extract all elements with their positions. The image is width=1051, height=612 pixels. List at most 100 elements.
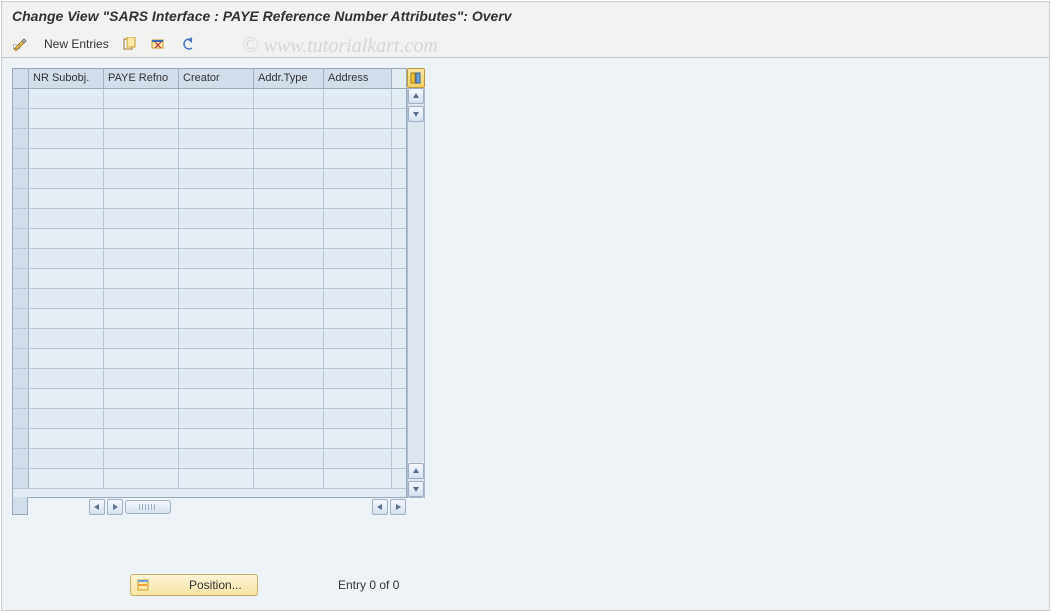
table-row[interactable] xyxy=(13,289,406,309)
cell-paye-refno[interactable] xyxy=(104,409,179,428)
cell-address[interactable] xyxy=(324,329,392,348)
cell-creator[interactable] xyxy=(179,449,254,468)
cell-paye-refno[interactable] xyxy=(104,229,179,248)
cell-nr-subobj[interactable] xyxy=(29,329,104,348)
cell-nr-subobj[interactable] xyxy=(29,169,104,188)
table-row[interactable] xyxy=(13,89,406,109)
cell-address[interactable] xyxy=(324,449,392,468)
row-selector[interactable] xyxy=(13,149,29,168)
cell-addr-type[interactable] xyxy=(254,269,324,288)
cell-paye-refno[interactable] xyxy=(104,329,179,348)
cell-creator[interactable] xyxy=(179,409,254,428)
cell-address[interactable] xyxy=(324,209,392,228)
table-row[interactable] xyxy=(13,129,406,149)
cell-paye-refno[interactable] xyxy=(104,109,179,128)
cell-address[interactable] xyxy=(324,229,392,248)
cell-paye-refno[interactable] xyxy=(104,449,179,468)
cell-paye-refno[interactable] xyxy=(104,269,179,288)
row-selector[interactable] xyxy=(13,309,29,328)
cell-paye-refno[interactable] xyxy=(104,169,179,188)
column-header-paye-refno[interactable]: PAYE Refno xyxy=(104,69,179,88)
cell-creator[interactable] xyxy=(179,329,254,348)
cell-addr-type[interactable] xyxy=(254,209,324,228)
cell-creator[interactable] xyxy=(179,429,254,448)
horizontal-scroll-thumb[interactable] xyxy=(125,500,171,514)
table-row[interactable] xyxy=(13,389,406,409)
table-row[interactable] xyxy=(13,149,406,169)
cell-paye-refno[interactable] xyxy=(104,189,179,208)
cell-paye-refno[interactable] xyxy=(104,309,179,328)
vertical-scrollbar[interactable] xyxy=(407,88,425,498)
cell-paye-refno[interactable] xyxy=(104,149,179,168)
scroll-right-button-2[interactable] xyxy=(390,499,406,515)
cell-addr-type[interactable] xyxy=(254,89,324,108)
horizontal-scrollbar[interactable] xyxy=(28,498,407,516)
table-row[interactable] xyxy=(13,309,406,329)
new-entries-button[interactable]: New Entries xyxy=(37,34,114,54)
toggle-display-change-button[interactable] xyxy=(8,34,34,54)
cell-nr-subobj[interactable] xyxy=(29,449,104,468)
copy-as-button[interactable] xyxy=(117,34,143,54)
cell-creator[interactable] xyxy=(179,109,254,128)
cell-paye-refno[interactable] xyxy=(104,89,179,108)
column-header-creator[interactable]: Creator xyxy=(179,69,254,88)
position-button[interactable]: Position... xyxy=(130,574,258,596)
table-row[interactable] xyxy=(13,229,406,249)
cell-paye-refno[interactable] xyxy=(104,129,179,148)
cell-addr-type[interactable] xyxy=(254,369,324,388)
cell-nr-subobj[interactable] xyxy=(29,409,104,428)
scroll-right-button[interactable] xyxy=(107,499,123,515)
table-row[interactable] xyxy=(13,209,406,229)
cell-nr-subobj[interactable] xyxy=(29,129,104,148)
row-selector[interactable] xyxy=(13,129,29,148)
column-header-addr-type[interactable]: Addr.Type xyxy=(254,69,324,88)
column-header-nr-subobj[interactable]: NR Subobj. xyxy=(29,69,104,88)
row-selector[interactable] xyxy=(13,449,29,468)
cell-address[interactable] xyxy=(324,249,392,268)
row-selector[interactable] xyxy=(13,409,29,428)
cell-creator[interactable] xyxy=(179,309,254,328)
cell-creator[interactable] xyxy=(179,389,254,408)
cell-address[interactable] xyxy=(324,269,392,288)
cell-paye-refno[interactable] xyxy=(104,429,179,448)
row-selector[interactable] xyxy=(13,189,29,208)
table-row[interactable] xyxy=(13,329,406,349)
row-selector[interactable] xyxy=(13,369,29,388)
cell-address[interactable] xyxy=(324,149,392,168)
undo-change-button[interactable] xyxy=(175,34,201,54)
cell-address[interactable] xyxy=(324,429,392,448)
cell-nr-subobj[interactable] xyxy=(29,149,104,168)
cell-creator[interactable] xyxy=(179,169,254,188)
cell-paye-refno[interactable] xyxy=(104,349,179,368)
cell-address[interactable] xyxy=(324,289,392,308)
cell-nr-subobj[interactable] xyxy=(29,109,104,128)
cell-addr-type[interactable] xyxy=(254,449,324,468)
cell-paye-refno[interactable] xyxy=(104,469,179,488)
table-row[interactable] xyxy=(13,249,406,269)
cell-creator[interactable] xyxy=(179,249,254,268)
table-row[interactable] xyxy=(13,429,406,449)
table-row[interactable] xyxy=(13,469,406,489)
cell-nr-subobj[interactable] xyxy=(29,249,104,268)
cell-addr-type[interactable] xyxy=(254,129,324,148)
cell-nr-subobj[interactable] xyxy=(29,429,104,448)
cell-addr-type[interactable] xyxy=(254,189,324,208)
cell-address[interactable] xyxy=(324,89,392,108)
cell-nr-subobj[interactable] xyxy=(29,209,104,228)
row-selector[interactable] xyxy=(13,169,29,188)
scroll-left-button[interactable] xyxy=(89,499,105,515)
cell-addr-type[interactable] xyxy=(254,429,324,448)
cell-address[interactable] xyxy=(324,109,392,128)
cell-paye-refno[interactable] xyxy=(104,249,179,268)
cell-creator[interactable] xyxy=(179,369,254,388)
table-settings-button[interactable] xyxy=(407,68,425,88)
cell-addr-type[interactable] xyxy=(254,409,324,428)
cell-address[interactable] xyxy=(324,369,392,388)
cell-nr-subobj[interactable] xyxy=(29,269,104,288)
cell-addr-type[interactable] xyxy=(254,249,324,268)
table-row[interactable] xyxy=(13,409,406,429)
table-row[interactable] xyxy=(13,109,406,129)
row-selector[interactable] xyxy=(13,349,29,368)
row-selector[interactable] xyxy=(13,109,29,128)
cell-creator[interactable] xyxy=(179,229,254,248)
